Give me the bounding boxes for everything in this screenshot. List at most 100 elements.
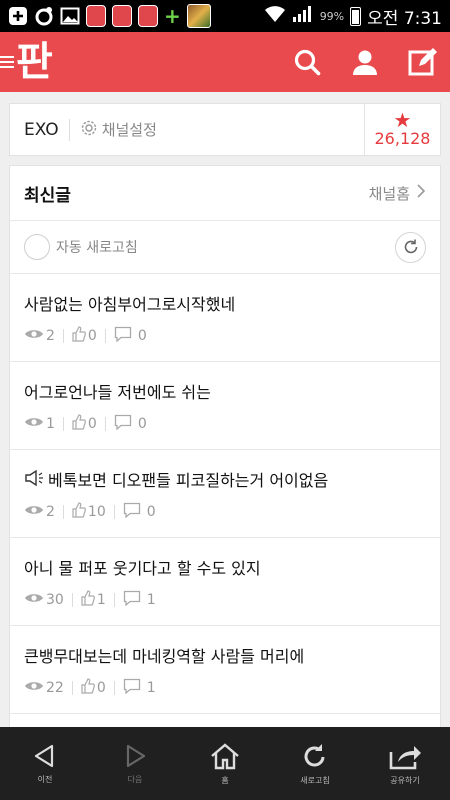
nav-refresh-button[interactable]: 새로고침 xyxy=(270,727,360,800)
thumbs-up-icon xyxy=(81,590,95,610)
comment-icon xyxy=(123,678,141,698)
nav-share-label: 공유하기 xyxy=(390,775,420,785)
like-count-value: 10 xyxy=(87,504,106,520)
pann-logo[interactable]: 판 xyxy=(16,42,53,82)
meta-divider xyxy=(113,505,115,519)
post-item[interactable]: 아니 물 퍼포 웃기다고 할 수도 있지 30 1 1 xyxy=(10,538,440,626)
wifi-icon xyxy=(264,5,286,28)
view-count: 22 xyxy=(24,679,64,697)
menu-icon[interactable] xyxy=(0,54,14,70)
post-item[interactable]: 큰뱅무대보는데 마네킹역할 사람들 머리에 22 0 1 xyxy=(10,626,440,714)
eye-icon xyxy=(24,415,44,433)
post-title: 사람없는 아침부어그로시작했네 xyxy=(24,294,426,316)
comment-count: 0 xyxy=(114,414,147,434)
view-count-value: 22 xyxy=(46,680,64,696)
post-meta: 2 10 0 xyxy=(24,502,426,522)
app-header: 판 xyxy=(0,32,450,92)
game-notification-icon xyxy=(186,4,211,28)
bottom-navigation: 이전 다음 홈 새로고침 공유하기 xyxy=(0,727,450,800)
pann-app-notification-icon xyxy=(86,5,106,27)
write-post-icon[interactable] xyxy=(408,47,438,77)
post-title-text: 아니 물 퍼포 웃기다고 할 수도 있지 xyxy=(24,559,261,578)
sync-notification-icon xyxy=(34,6,54,26)
view-count: 2 xyxy=(24,327,55,345)
view-count-value: 2 xyxy=(46,504,55,520)
system-indicators: 99% 오전 7:31 xyxy=(264,4,442,29)
nav-refresh-label: 새로고침 xyxy=(300,775,330,785)
image-notification-icon xyxy=(60,6,80,26)
comment-count: 0 xyxy=(123,502,156,522)
comment-icon xyxy=(123,502,141,522)
post-item[interactable]: 베톡보면 디오팬들 피코질하는거 어이없음 2 10 0 xyxy=(10,450,440,538)
profile-icon[interactable] xyxy=(350,47,380,77)
star-icon: ★ xyxy=(393,107,412,132)
battery-percent: 99% xyxy=(319,9,345,23)
nav-share-button[interactable]: 공유하기 xyxy=(360,727,450,800)
meta-divider xyxy=(71,593,73,607)
meta-divider xyxy=(113,681,115,695)
thumbs-up-icon xyxy=(72,414,86,434)
thumbs-up-icon xyxy=(81,678,95,698)
plus-notification-icon: + xyxy=(164,4,181,28)
meta-divider xyxy=(104,417,106,431)
signal-icon xyxy=(292,5,314,28)
meta-divider xyxy=(62,329,64,343)
view-count-value: 30 xyxy=(46,592,64,608)
search-icon[interactable] xyxy=(292,47,322,77)
view-count: 1 xyxy=(24,415,55,433)
post-title: 큰뱅무대보는데 마네킹역할 사람들 머리에 xyxy=(24,646,426,668)
post-title: 베톡보면 디오팬들 피코질하는거 어이없음 xyxy=(24,469,426,492)
eye-icon xyxy=(24,679,44,697)
comment-count: 0 xyxy=(114,326,147,346)
like-count: 0 xyxy=(72,326,97,346)
like-count: 1 xyxy=(81,590,106,610)
auto-refresh-row: 자동 새로고침 xyxy=(10,221,440,274)
post-item[interactable]: 사람없는 아침부어그로시작했네 2 0 0 xyxy=(10,274,440,362)
forward-arrow-icon xyxy=(126,744,146,767)
pann-app-notification-icon-2 xyxy=(112,5,132,27)
view-count: 30 xyxy=(24,591,64,609)
thumbs-up-icon xyxy=(72,326,86,346)
post-title-text: 어그로언나들 저번에도 쉬는 xyxy=(24,383,211,402)
channel-home-link[interactable]: 채널홈 xyxy=(369,183,426,204)
auto-refresh-checkbox[interactable] xyxy=(24,234,50,260)
comment-count-value: 0 xyxy=(146,504,156,520)
post-title: 아니 물 퍼포 웃기다고 할 수도 있지 xyxy=(24,558,426,580)
gear-icon xyxy=(80,119,98,141)
feed-header: 최신글 채널홈 xyxy=(10,166,440,221)
post-meta: 2 0 0 xyxy=(24,326,426,346)
channel-settings-label: 채널설정 xyxy=(101,121,157,139)
meta-divider xyxy=(62,505,64,519)
back-arrow-icon xyxy=(34,744,54,767)
reload-icon xyxy=(304,743,325,766)
notification-icons: + xyxy=(8,4,211,28)
meta-divider xyxy=(71,681,73,695)
thumbs-up-icon xyxy=(72,502,86,522)
star-count: 26,128 xyxy=(374,128,431,148)
refresh-button[interactable] xyxy=(395,231,426,263)
eye-icon xyxy=(24,503,44,521)
comment-icon xyxy=(114,326,132,346)
feed-title: 최신글 xyxy=(24,185,71,206)
nav-back-button[interactable]: 이전 xyxy=(0,727,90,800)
nav-forward-button[interactable]: 다음 xyxy=(90,727,180,800)
like-count: 10 xyxy=(72,502,106,522)
chevron-right-icon xyxy=(416,183,426,203)
channel-settings-button[interactable]: 채널설정 xyxy=(80,119,157,141)
comment-count-value: 1 xyxy=(146,680,156,696)
comment-count: 1 xyxy=(123,590,156,610)
view-count-value: 1 xyxy=(46,416,55,432)
comment-count: 1 xyxy=(123,678,156,698)
share-icon xyxy=(389,745,421,769)
refresh-icon xyxy=(404,239,417,254)
home-icon xyxy=(211,742,239,769)
nav-home-button[interactable]: 홈 xyxy=(180,727,270,800)
channel-name: EXO xyxy=(24,118,70,141)
like-count-value: 0 xyxy=(96,680,106,696)
post-item[interactable]: 어그로언나들 저번에도 쉬는 1 0 0 xyxy=(10,362,440,450)
channel-star-button[interactable]: ★ 26,128 xyxy=(364,103,440,156)
channel-card: EXO 채널설정 ★ 26,128 xyxy=(9,103,441,156)
post-title-text: 큰뱅무대보는데 마네킹역할 사람들 머리에 xyxy=(24,647,305,666)
post-meta: 1 0 0 xyxy=(24,414,426,434)
nav-home-label: 홈 xyxy=(221,775,229,785)
